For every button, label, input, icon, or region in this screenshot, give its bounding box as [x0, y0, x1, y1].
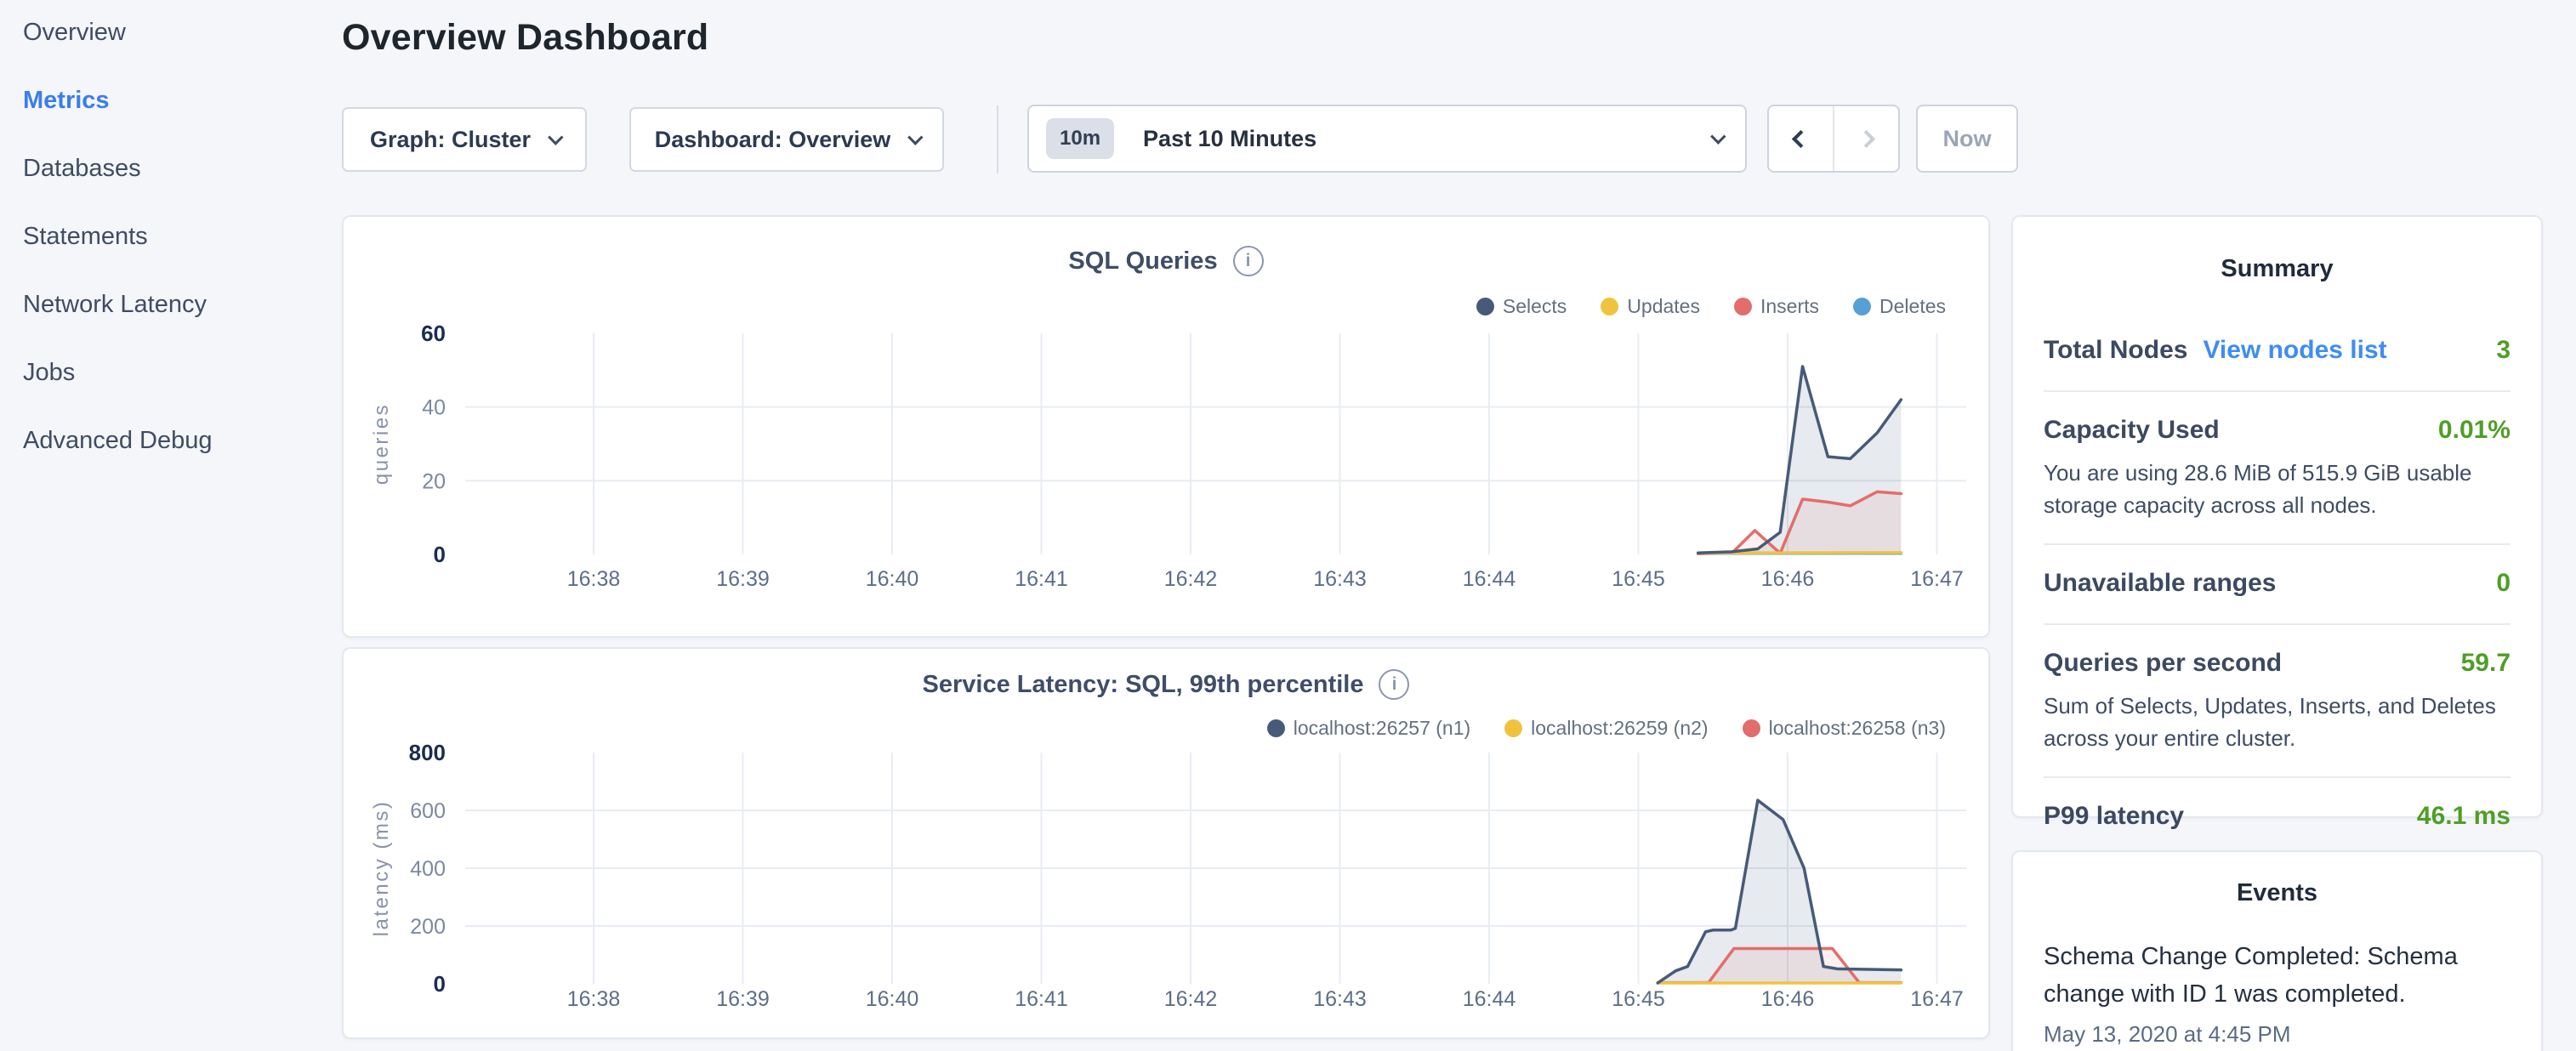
view-nodes-list-link[interactable]: View nodes list	[2203, 336, 2386, 365]
sidebar-item-advanced-debug[interactable]: Advanced Debug	[23, 427, 213, 455]
chevron-left-icon	[1792, 129, 1810, 147]
summary-row-p99-latency: P99 latency 46.1 ms	[2044, 802, 2511, 831]
summary-label: Capacity Used	[2044, 416, 2220, 445]
svg-text:16:42: 16:42	[1164, 567, 1218, 591]
sql-queries-chart-card: SQL Queries i SelectsUpdatesInsertsDelet…	[342, 215, 1990, 638]
svg-text:16:39: 16:39	[716, 987, 770, 1011]
admin-console: Overview Metrics Databases Statements Ne…	[0, 0, 2576, 1051]
graph-selector-label: Graph: Cluster	[370, 127, 531, 153]
svg-text:16:41: 16:41	[1015, 987, 1068, 1011]
event-item-timestamp: May 13, 2020 at 4:45 PM	[2044, 1021, 2511, 1048]
svg-text:16:39: 16:39	[716, 567, 770, 591]
summary-row-capacity-used: Capacity Used 0.01%	[2044, 416, 2511, 445]
time-window-label: Past 10 Minutes	[1143, 126, 1710, 152]
svg-text:800: 800	[409, 740, 446, 765]
chevron-right-icon	[1857, 129, 1875, 147]
svg-text:16:46: 16:46	[1761, 987, 1815, 1011]
sidebar: Overview Metrics Databases Statements Ne…	[0, 0, 340, 1051]
dashboard-selector-label: Dashboard: Overview	[655, 127, 891, 153]
time-window-dropdown[interactable]: 10m Past 10 Minutes	[1027, 105, 1747, 173]
summary-label: P99 latency	[2044, 802, 2184, 831]
time-step-forward-button[interactable]	[1833, 106, 1898, 171]
summary-value: 0.01%	[2438, 416, 2511, 445]
svg-text:16:47: 16:47	[1910, 567, 1964, 591]
svg-text:16:46: 16:46	[1761, 567, 1815, 591]
svg-text:0: 0	[434, 971, 446, 997]
svg-text:60: 60	[421, 321, 446, 346]
svg-text:600: 600	[410, 799, 446, 823]
svg-text:20: 20	[422, 469, 446, 493]
svg-text:16:43: 16:43	[1313, 987, 1367, 1011]
summary-value: 46.1 ms	[2417, 802, 2511, 831]
svg-text:16:45: 16:45	[1612, 987, 1665, 1011]
sidebar-item-network-latency[interactable]: Network Latency	[23, 291, 207, 319]
svg-text:16:41: 16:41	[1015, 567, 1068, 591]
chevron-down-icon	[907, 129, 923, 145]
svg-text:400: 400	[410, 857, 446, 881]
svg-text:16:47: 16:47	[1910, 987, 1964, 1011]
sidebar-item-metrics[interactable]: Metrics	[23, 87, 110, 115]
summary-row-queries-per-second: Queries per second 59.7	[2044, 649, 2511, 678]
now-button[interactable]: Now	[1916, 105, 2018, 173]
svg-text:16:40: 16:40	[866, 987, 919, 1011]
svg-text:16:44: 16:44	[1463, 567, 1516, 591]
summary-value: 59.7	[2461, 649, 2511, 678]
svg-text:16:38: 16:38	[567, 987, 621, 1011]
summary-panel: Summary Total Nodes View nodes list 3 Ca…	[2011, 215, 2543, 818]
summary-label: Unavailable ranges	[2044, 569, 2276, 598]
events-title: Events	[2044, 879, 2511, 907]
dashboard-selector-dropdown[interactable]: Dashboard: Overview	[629, 107, 944, 172]
service-latency-chart[interactable]: 16:38 16:39 16:40 16:41 16:42 16:43 16:44 16:45…	[344, 649, 1988, 1037]
divider	[2044, 543, 2511, 545]
graph-selector-dropdown[interactable]: Graph: Cluster	[342, 107, 587, 172]
sidebar-item-statements[interactable]: Statements	[23, 223, 148, 251]
svg-text:16:43: 16:43	[1313, 567, 1367, 591]
svg-text:16:38: 16:38	[567, 567, 621, 591]
svg-text:16:40: 16:40	[866, 567, 919, 591]
sidebar-item-jobs[interactable]: Jobs	[23, 359, 75, 387]
svg-text:16:42: 16:42	[1164, 987, 1218, 1011]
summary-row-unavailable-ranges: Unavailable ranges 0	[2044, 569, 2511, 598]
divider	[2044, 390, 2511, 392]
time-step-buttons	[1767, 105, 1900, 173]
events-panel: Events Schema Change Completed: Schema c…	[2011, 850, 2543, 1051]
summary-value: 0	[2496, 569, 2511, 598]
summary-description: You are using 28.6 MiB of 515.9 GiB usab…	[2044, 457, 2511, 521]
page-title: Overview Dashboard	[342, 17, 708, 59]
svg-text:40: 40	[422, 396, 446, 420]
controls-divider	[997, 105, 998, 173]
chevron-down-icon	[1710, 128, 1726, 144]
svg-text:queries: queries	[370, 403, 393, 485]
chevron-down-icon	[548, 129, 563, 145]
summary-title: Summary	[2044, 255, 2511, 283]
sidebar-item-overview[interactable]: Overview	[23, 19, 126, 47]
svg-text:latency (ms): latency (ms)	[370, 800, 393, 937]
summary-value: 3	[2496, 336, 2511, 365]
divider	[2044, 776, 2511, 778]
svg-text:16:44: 16:44	[1463, 987, 1516, 1011]
event-item-text[interactable]: Schema Change Completed: Schema change w…	[2044, 938, 2511, 1013]
svg-text:0: 0	[434, 542, 446, 567]
time-window-badge: 10m	[1046, 118, 1114, 159]
time-step-back-button[interactable]	[1769, 106, 1833, 171]
sql-queries-chart[interactable]: 16:38 16:39 16:40 16:41 16:42 16:43 16:44 16:45…	[344, 217, 1988, 636]
svg-text:16:45: 16:45	[1612, 567, 1665, 591]
summary-description: Sum of Selects, Updates, Inserts, and De…	[2044, 690, 2511, 754]
summary-row-total-nodes: Total Nodes View nodes list 3	[2044, 336, 2511, 365]
summary-label: Queries per second	[2044, 649, 2282, 678]
service-latency-chart-card: Service Latency: SQL, 99th percentile i …	[342, 647, 1990, 1039]
sidebar-item-databases[interactable]: Databases	[23, 155, 141, 183]
svg-text:200: 200	[410, 915, 446, 939]
divider	[2044, 623, 2511, 625]
summary-label: Total Nodes	[2044, 336, 2187, 365]
